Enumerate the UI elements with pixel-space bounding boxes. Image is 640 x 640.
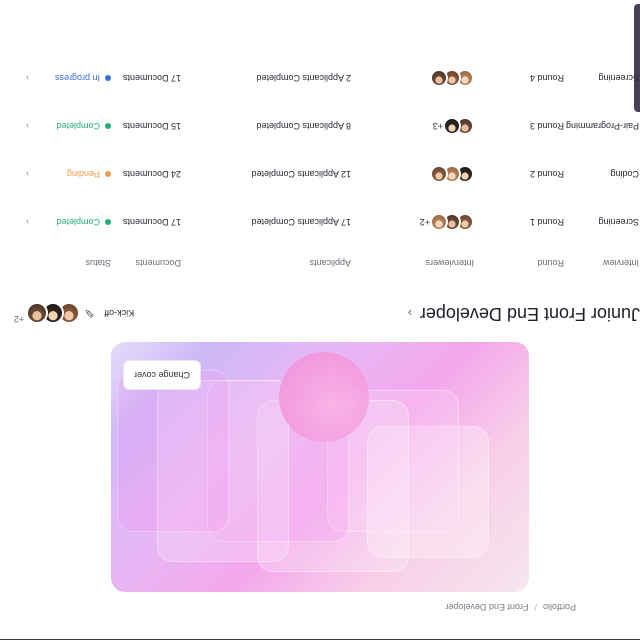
pencil-icon[interactable]: ✎ <box>84 306 94 320</box>
page-root: Portfolio / Front End Developer Change c… <box>0 0 640 640</box>
status-badge: Completed <box>57 217 112 227</box>
status-dot <box>105 75 112 81</box>
cell-round: Round 4 <box>529 73 564 83</box>
cover-blob <box>279 352 369 442</box>
status-dot <box>105 171 112 177</box>
avatar-group[interactable] <box>353 165 474 183</box>
cell-interview: Screening <box>598 217 639 227</box>
breadcrumb-item-portfolio[interactable]: Portfolio <box>543 602 576 612</box>
cover-banner: Change cover <box>111 342 529 592</box>
avatar-overflow-count: +3 <box>432 121 443 131</box>
avatar-group[interactable]: +2 <box>353 213 474 231</box>
column-header-applicants[interactable]: Applicants <box>182 246 352 280</box>
status-badge: Completed <box>57 121 112 131</box>
cell-applicants: 2 Applicants Completed <box>256 73 351 83</box>
cell-documents: 17 Documents <box>122 217 182 227</box>
column-header-documents[interactable]: Documents <box>112 246 182 280</box>
column-header-actions <box>0 246 30 280</box>
table-row[interactable]: Screening Round 4 2 Applicants Completed… <box>0 54 640 102</box>
interview-table: Interview Round Interviewers Applicants … <box>0 54 640 280</box>
avatar-overflow-count: +2 <box>419 217 430 227</box>
cell-applicants: 17 Applicants Completed <box>251 217 351 227</box>
breadcrumb-item-current: Front End Developer <box>445 602 529 612</box>
cell-documents: 15 Documents <box>122 121 182 131</box>
status-text: Completed <box>56 217 101 227</box>
status-badge: Pending <box>67 169 112 179</box>
cell-round: Round 2 <box>529 169 564 179</box>
page-header: Junior Front End Developer › <box>408 303 640 324</box>
breadcrumb: Portfolio / Front End Developer <box>445 602 576 612</box>
header-toolbar: Kick-off ✎ +2 <box>14 302 134 324</box>
page-title: Junior Front End Developer <box>419 304 640 324</box>
column-header-round[interactable]: Round <box>475 246 565 280</box>
cell-round: Round 1 <box>529 217 564 227</box>
cell-applicants: 8 Applicants Completed <box>256 121 351 131</box>
cover-decoration <box>117 370 229 532</box>
column-header-interview[interactable]: Interview <box>565 246 640 280</box>
table-row[interactable]: Pair-Programming Round 3 +3 8 Applicants… <box>0 102 640 150</box>
avatar-overflow-count: +2 <box>14 314 25 324</box>
cell-interviewers <box>352 54 475 102</box>
status-dot <box>105 219 112 225</box>
cell-status: Completed <box>30 102 112 150</box>
chevron-right-icon[interactable]: › <box>0 54 30 102</box>
chevron-right-icon[interactable]: › <box>0 102 30 150</box>
chevron-right-icon[interactable]: › <box>0 150 30 198</box>
avatar <box>429 213 448 231</box>
cell-interview: Screening <box>598 73 639 83</box>
cell-applicants: 12 Applicants Completed <box>251 169 351 179</box>
chevron-right-icon[interactable]: › <box>0 198 30 246</box>
avatar-group[interactable]: +3 <box>353 117 474 135</box>
kickoff-link[interactable]: Kick-off <box>104 308 134 318</box>
table-header-row: Interview Round Interviewers Applicants … <box>0 246 640 280</box>
breadcrumb-separator: / <box>534 602 537 612</box>
cell-documents: 17 Documents <box>122 73 182 83</box>
status-text: In progress <box>55 73 101 83</box>
cell-interview: Coding <box>610 169 639 179</box>
avatar <box>429 165 448 183</box>
avatar-group[interactable] <box>353 69 474 87</box>
cell-status: Pending <box>30 150 112 198</box>
change-cover-button[interactable]: Change cover <box>123 360 202 390</box>
cell-interview: Pair-Programming <box>565 121 639 131</box>
status-text: Pending <box>67 169 101 179</box>
avatar <box>442 117 461 135</box>
avatar <box>429 69 448 87</box>
table-row[interactable]: Coding Round 2 12 Applicants Completed 2… <box>0 150 640 198</box>
cell-status: Completed <box>30 198 112 246</box>
cell-documents: 24 Documents <box>122 169 182 179</box>
cell-interviewers: +2 <box>352 198 475 246</box>
status-dot <box>105 123 112 129</box>
column-header-interviewers[interactable]: Interviewers <box>352 246 475 280</box>
cell-interviewers <box>352 150 475 198</box>
column-header-status[interactable]: Status <box>30 246 112 280</box>
status-badge: In progress <box>55 73 112 83</box>
cell-interviewers: +3 <box>352 102 475 150</box>
table-row[interactable]: Screening Round 1 +2 17 Applicants Compl… <box>0 198 640 246</box>
chevron-right-icon[interactable]: › <box>408 307 412 321</box>
cell-round: Round 3 <box>529 121 564 131</box>
cell-status: In progress <box>30 54 112 102</box>
avatar-group[interactable]: +2 <box>14 302 81 324</box>
status-text: Completed <box>56 121 101 131</box>
